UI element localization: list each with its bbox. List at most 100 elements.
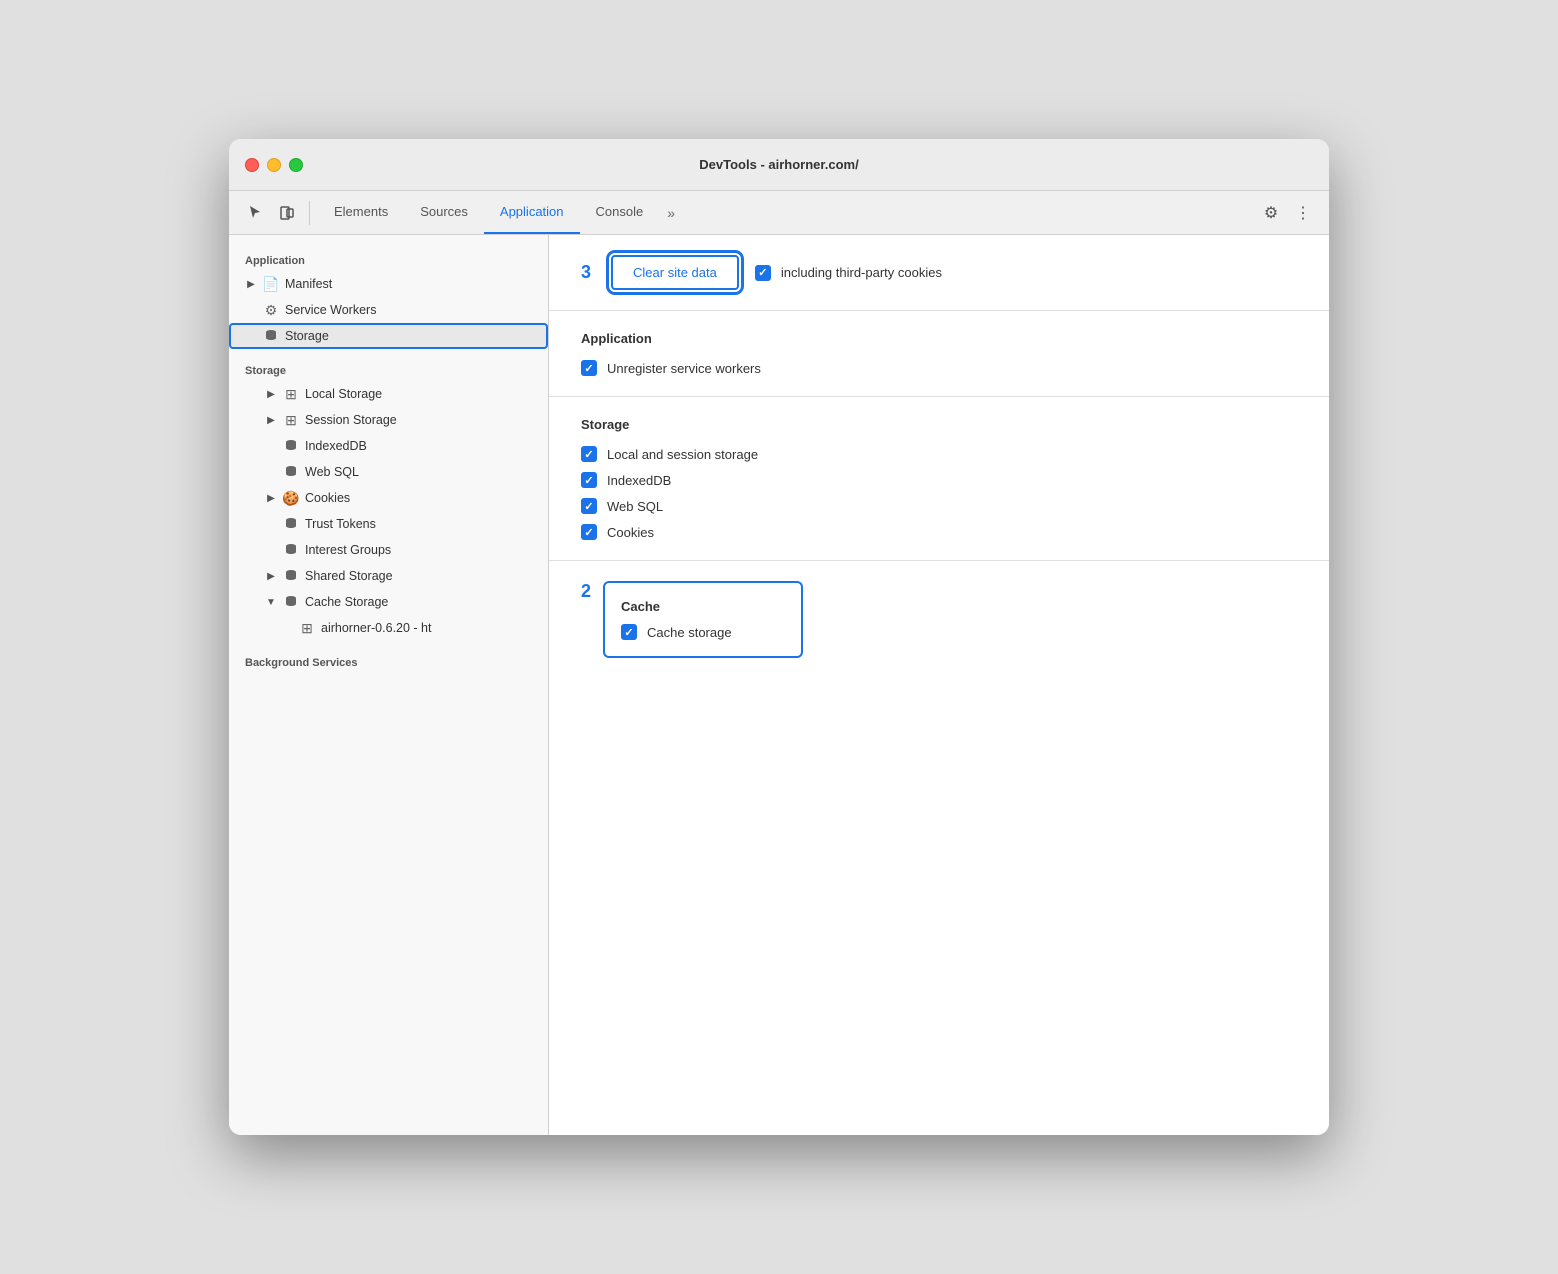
cache-storage-icon (283, 594, 299, 610)
cookies-checkbox[interactable] (581, 524, 597, 540)
cache-box: Cache Cache storage (603, 581, 803, 658)
sidebar-item-cookies[interactable]: 🍪 Cookies (229, 485, 548, 511)
sidebar-item-session-storage[interactable]: ⊞ Session Storage (229, 407, 548, 433)
cache-section-outer: 2 Cache Cache storage (549, 561, 1329, 678)
arrow-placeholder (281, 622, 293, 634)
arrow-placeholder (265, 466, 277, 478)
arrow-placeholder (245, 304, 257, 316)
local-session-checkbox[interactable] (581, 446, 597, 462)
sidebar-label-storage: Storage (285, 329, 329, 343)
close-button[interactable] (245, 158, 259, 172)
sidebar-item-web-sql[interactable]: Web SQL (229, 459, 548, 485)
storage-section-title: Storage (581, 417, 1297, 432)
airhorner-icon: ⊞ (299, 620, 315, 636)
arrow-right-icon (265, 414, 277, 426)
storage-icon (263, 328, 279, 344)
third-party-checkbox-row: including third-party cookies (755, 265, 942, 281)
arrow-right-icon (265, 570, 277, 582)
sidebar-label-service-workers: Service Workers (285, 303, 376, 317)
tab-console[interactable]: Console (580, 191, 660, 234)
third-party-checkbox[interactable] (755, 265, 771, 281)
settings-icon[interactable]: ⚙ (1257, 199, 1285, 227)
unregister-sw-row: Unregister service workers (581, 360, 1297, 376)
num-label-3: 3 (581, 262, 591, 283)
sidebar-item-airhorner[interactable]: ⊞ airhorner-0.6.20 - ht (229, 615, 548, 641)
shared-storage-icon (283, 568, 299, 584)
sidebar-label-web-sql: Web SQL (305, 465, 359, 479)
sidebar-bg-section: Background Services (229, 649, 548, 673)
main-layout: Application 📄 Manifest ⚙ Service Workers (229, 235, 1329, 1135)
minimize-button[interactable] (267, 158, 281, 172)
arrow-placeholder (265, 544, 277, 556)
storage-section: Storage Local and session storage Indexe… (549, 397, 1329, 561)
sidebar-item-manifest[interactable]: 📄 Manifest (229, 271, 548, 297)
cookies-icon: 🍪 (283, 490, 299, 506)
sidebar-label-cache-storage: Cache Storage (305, 595, 388, 609)
num-label-2: 2 (581, 581, 591, 602)
cache-section-title: Cache (621, 599, 785, 614)
sidebar-label-shared-storage: Shared Storage (305, 569, 393, 583)
devtools-window: DevTools - airhorner.com/ Elements Sourc… (229, 139, 1329, 1135)
sidebar-item-indexeddb[interactable]: IndexedDB (229, 433, 548, 459)
web-sql-row: Web SQL (581, 498, 1297, 514)
cache-storage-row: Cache storage (621, 624, 785, 640)
web-sql-checkbox[interactable] (581, 498, 597, 514)
title-bar: DevTools - airhorner.com/ (229, 139, 1329, 191)
interest-groups-icon (283, 542, 299, 558)
indexeddb-label: IndexedDB (607, 473, 671, 488)
maximize-button[interactable] (289, 158, 303, 172)
sidebar-item-cache-storage[interactable]: Cache Storage (229, 589, 548, 615)
local-session-label: Local and session storage (607, 447, 758, 462)
indexeddb-icon (283, 438, 299, 454)
more-icon[interactable]: ⋮ (1289, 199, 1317, 227)
toolbar-tabs: Elements Sources Application Console » (318, 191, 1253, 234)
sidebar-label-trust-tokens: Trust Tokens (305, 517, 376, 531)
tab-sources[interactable]: Sources (404, 191, 484, 234)
cache-storage-label: Cache storage (647, 625, 732, 640)
app-section-title: Application (581, 331, 1297, 346)
sidebar-app-section: Application (229, 247, 548, 271)
sidebar-label-indexeddb: IndexedDB (305, 439, 367, 453)
device-icon[interactable] (273, 199, 301, 227)
cookies-label: Cookies (607, 525, 654, 540)
traffic-lights (245, 158, 303, 172)
content-panel: 3 Clear site data including third-party … (549, 235, 1329, 1135)
unregister-sw-label: Unregister service workers (607, 361, 761, 376)
sidebar: Application 📄 Manifest ⚙ Service Workers (229, 235, 549, 1135)
web-sql-icon (283, 464, 299, 480)
tab-application[interactable]: Application (484, 191, 580, 234)
toolbar: Elements Sources Application Console » ⚙… (229, 191, 1329, 235)
toolbar-right: ⚙ ⋮ (1257, 199, 1317, 227)
arrow-down-icon (265, 596, 277, 608)
trust-tokens-icon (283, 516, 299, 532)
cookies-row: Cookies (581, 524, 1297, 540)
third-party-label: including third-party cookies (781, 265, 942, 280)
sidebar-label-cookies: Cookies (305, 491, 350, 505)
arrow-placeholder (265, 440, 277, 452)
sidebar-item-trust-tokens[interactable]: Trust Tokens (229, 511, 548, 537)
clear-site-data-button[interactable]: Clear site data (611, 255, 739, 290)
tab-elements[interactable]: Elements (318, 191, 404, 234)
indexeddb-row: IndexedDB (581, 472, 1297, 488)
sidebar-item-interest-groups[interactable]: Interest Groups (229, 537, 548, 563)
cursor-icon[interactable] (241, 199, 269, 227)
web-sql-label: Web SQL (607, 499, 663, 514)
session-storage-icon: ⊞ (283, 412, 299, 428)
tab-more[interactable]: » (659, 205, 683, 221)
sidebar-item-local-storage[interactable]: ⊞ Local Storage (229, 381, 548, 407)
clear-site-data-row: 3 Clear site data including third-party … (549, 235, 1329, 311)
arrow-placeholder (265, 518, 277, 530)
sidebar-item-storage[interactable]: Storage (229, 323, 548, 349)
application-section: Application Unregister service workers (549, 311, 1329, 397)
cache-storage-checkbox[interactable] (621, 624, 637, 640)
arrow-right-icon (265, 492, 277, 504)
sidebar-item-service-workers[interactable]: ⚙ Service Workers (229, 297, 548, 323)
local-session-row: Local and session storage (581, 446, 1297, 462)
unregister-sw-checkbox[interactable] (581, 360, 597, 376)
sidebar-label-session-storage: Session Storage (305, 413, 397, 427)
toolbar-separator (309, 201, 310, 225)
arrow-right-icon (265, 388, 277, 400)
indexeddb-checkbox[interactable] (581, 472, 597, 488)
sidebar-label-local-storage: Local Storage (305, 387, 382, 401)
sidebar-item-shared-storage[interactable]: Shared Storage (229, 563, 548, 589)
